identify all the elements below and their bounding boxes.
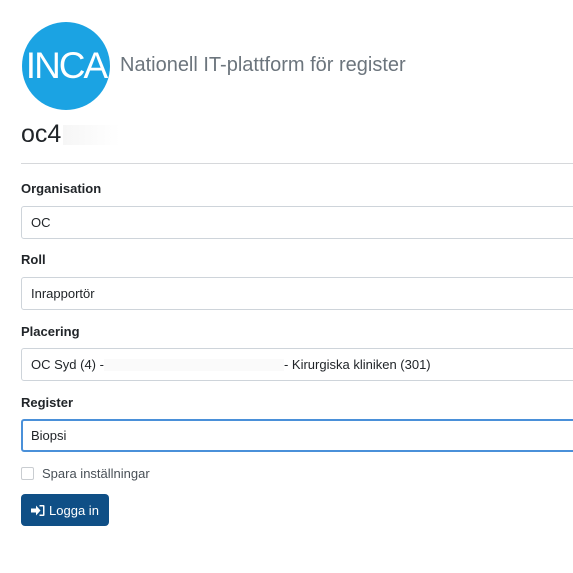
organisation-select[interactable]: OC	[21, 206, 573, 239]
placement-value-prefix: OC Syd (4) -	[31, 357, 104, 372]
logo-text: INCA	[25, 45, 108, 86]
redacted-placement-part	[103, 358, 284, 371]
save-settings-row: Spara inställningar	[21, 466, 150, 481]
username-heading: oc4	[21, 120, 159, 149]
placement-select[interactable]: OC Syd (4) - - Kirurgiska kliniken (301)	[21, 348, 573, 381]
login-button[interactable]: Logga in	[21, 494, 109, 526]
register-select[interactable]: Biopsi	[21, 419, 573, 452]
sign-in-icon	[31, 504, 45, 516]
login-button-label: Logga in	[49, 502, 99, 518]
role-value: Inrapportör	[31, 286, 95, 301]
role-label: Roll	[21, 252, 46, 267]
organisation-label: Organisation	[21, 181, 102, 196]
save-settings-label[interactable]: Spara inställningar	[42, 466, 150, 481]
app-title: Nationell IT-plattform för register	[120, 54, 406, 76]
login-page: INCA Nationell IT-plattform för register…	[0, 0, 573, 573]
redacted-username-part	[63, 124, 159, 145]
placement-value-suffix: - Kirurgiska kliniken (301)	[283, 357, 431, 372]
save-settings-checkbox[interactable]	[21, 467, 34, 480]
inca-logo: INCA	[22, 22, 110, 110]
username-text: oc4	[21, 120, 62, 148]
organisation-value: OC	[31, 215, 51, 230]
role-select[interactable]: Inrapportör	[21, 277, 573, 310]
register-label: Register	[21, 395, 74, 410]
register-value: Biopsi	[31, 428, 67, 443]
header-divider	[21, 163, 573, 164]
placement-label: Placering	[21, 324, 80, 339]
